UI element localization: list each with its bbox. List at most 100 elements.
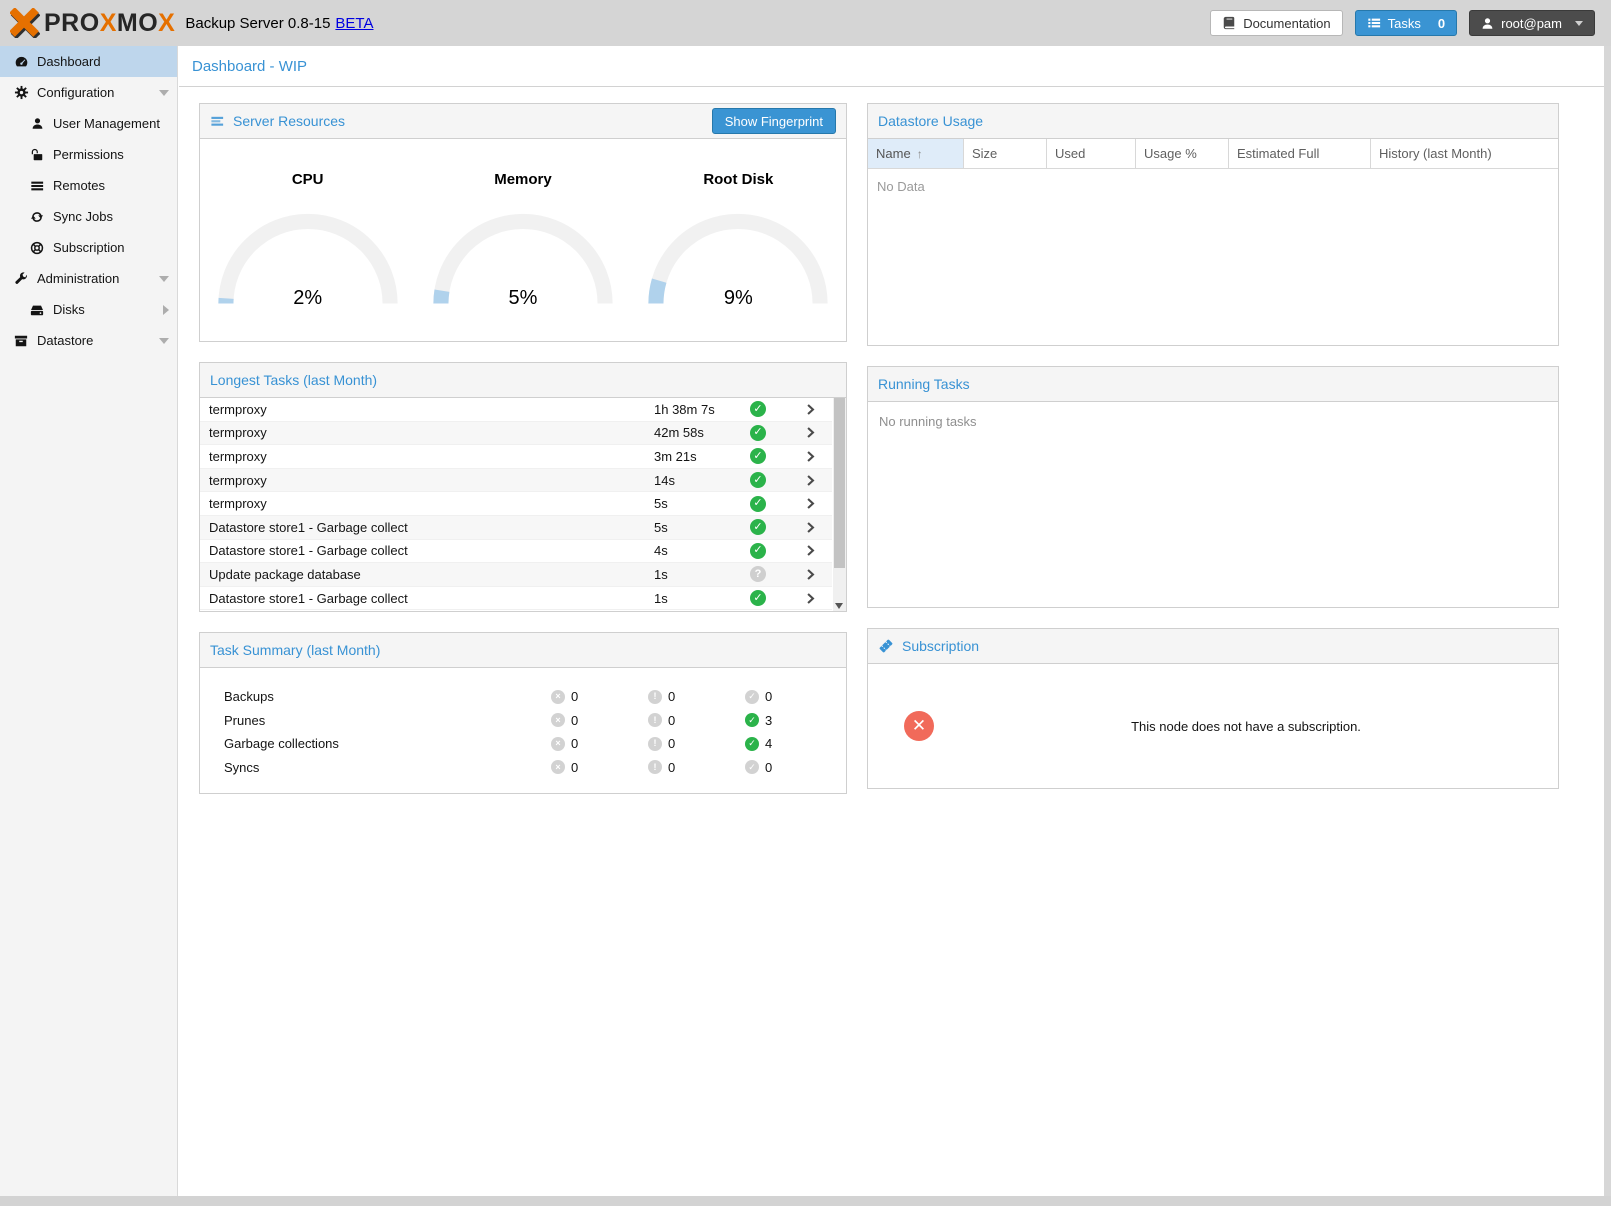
- main-content: Dashboard - WIP Server Resources Show Fi…: [179, 46, 1611, 1196]
- panel-title: Server Resources: [233, 113, 345, 129]
- task-row[interactable]: termproxy 5s ✓: [200, 492, 832, 516]
- sidebar: Dashboard Configuration User Management: [0, 46, 178, 1196]
- root-disk-gauge-value: 9%: [643, 287, 833, 310]
- chevron-right-icon[interactable]: [788, 450, 832, 463]
- task-row[interactable]: termproxy 1h 38m 7s ✓: [200, 398, 832, 422]
- page-title: Dashboard - WIP: [179, 46, 1611, 87]
- beta-link[interactable]: BETA: [335, 15, 373, 32]
- window-scrollbar-vertical[interactable]: [1604, 46, 1611, 1196]
- chevron-right-icon[interactable]: [788, 426, 832, 439]
- task-row[interactable]: Datastore store1 - Garbage collect 5s ✓: [200, 516, 832, 540]
- logo-wordmark: PROXMOX: [44, 11, 175, 36]
- longest-tasks-panel: Longest Tasks (last Month) termproxy 1h …: [199, 362, 847, 612]
- column-header-size[interactable]: Size: [964, 139, 1047, 168]
- task-list-icon: [1367, 16, 1381, 30]
- sidebar-item-user-management[interactable]: User Management: [0, 108, 177, 139]
- sidebar-item-subscription[interactable]: Subscription: [0, 232, 177, 263]
- ok-icon: ✓: [745, 690, 759, 704]
- status-ok-icon: ✓: [750, 448, 766, 464]
- scrollbar-thumb[interactable]: [834, 398, 845, 568]
- chevron-right-icon[interactable]: [788, 497, 832, 510]
- column-header-used[interactable]: Used: [1047, 139, 1136, 168]
- summary-row-prunes: Prunes ×0 !0 ✓3: [224, 709, 846, 733]
- chevron-right-icon[interactable]: [788, 568, 832, 581]
- error-icon: ×: [551, 690, 565, 704]
- memory-gauge-value: 5%: [428, 287, 618, 310]
- cpu-gauge: CPU 2%: [200, 171, 415, 312]
- tasks-count-badge: 0: [1438, 16, 1445, 31]
- unlock-icon: [28, 148, 46, 162]
- window-scrollbar-horizontal[interactable]: [0, 1196, 1611, 1206]
- datastore-usage-panel: Datastore Usage Name ↑ Size Used Usage %…: [867, 103, 1559, 346]
- sidebar-item-dashboard[interactable]: Dashboard: [0, 46, 177, 77]
- life-ring-icon: [28, 241, 46, 255]
- chevron-right-icon[interactable]: [163, 305, 169, 315]
- status-ok-icon: ✓: [750, 401, 766, 417]
- summary-row-backups: Backups ×0 !0 ✓0: [224, 685, 846, 709]
- datastore-table-header: Name ↑ Size Used Usage % Estimated Full …: [868, 139, 1558, 169]
- sidebar-item-remotes[interactable]: Remotes: [0, 170, 177, 201]
- panel-title: Task Summary (last Month): [210, 642, 380, 658]
- column-header-name[interactable]: Name ↑: [868, 139, 964, 168]
- warning-icon: !: [648, 760, 662, 774]
- sidebar-item-administration[interactable]: Administration: [0, 263, 177, 294]
- warning-icon: !: [648, 713, 662, 727]
- status-ok-icon: ✓: [750, 472, 766, 488]
- chevron-right-icon[interactable]: [788, 544, 832, 557]
- running-tasks-panel: Running Tasks No running tasks: [867, 366, 1559, 608]
- task-row[interactable]: Update package database 1s ?: [200, 563, 832, 587]
- scrollbar-down-arrow-icon[interactable]: [835, 603, 843, 609]
- longest-tasks-list: termproxy 1h 38m 7s ✓ termproxy 42m 58s …: [200, 398, 846, 611]
- task-row[interactable]: Datastore store1 - Garbage collect 4s ✓: [200, 540, 832, 564]
- column-header-usage-pct[interactable]: Usage %: [1136, 139, 1229, 168]
- panel-title: Subscription: [902, 638, 979, 654]
- chevron-right-icon[interactable]: [788, 521, 832, 534]
- sidebar-item-datastore[interactable]: Datastore: [0, 325, 177, 356]
- task-row[interactable]: Datastore store1 - Garbage collect 1s ✓: [200, 587, 832, 611]
- task-row[interactable]: termproxy 14s ✓: [200, 469, 832, 493]
- summary-row-garbage-collections: Garbage collections ×0 !0 ✓4: [224, 732, 846, 756]
- chevron-down-icon[interactable]: [159, 276, 169, 282]
- column-header-estimated-full[interactable]: Estimated Full: [1229, 139, 1371, 168]
- ok-icon: ✓: [745, 737, 759, 751]
- warning-icon: !: [648, 690, 662, 704]
- status-ok-icon: ✓: [750, 496, 766, 512]
- ticket-icon: [878, 638, 894, 654]
- sidebar-item-sync-jobs[interactable]: Sync Jobs: [0, 201, 177, 232]
- subscription-message: This node does not have a subscription.: [934, 719, 1558, 734]
- no-data-message: No Data: [868, 169, 1558, 346]
- memory-gauge: Memory 5%: [415, 171, 630, 312]
- error-icon: ×: [551, 760, 565, 774]
- sidebar-item-disks[interactable]: Disks: [0, 294, 177, 325]
- sidebar-item-permissions[interactable]: Permissions: [0, 139, 177, 170]
- panel-title: Running Tasks: [878, 376, 970, 392]
- ok-icon: ✓: [745, 760, 759, 774]
- sidebar-item-configuration[interactable]: Configuration: [0, 77, 177, 108]
- documentation-button[interactable]: Documentation: [1210, 10, 1342, 36]
- status-ok-icon: ✓: [750, 519, 766, 535]
- show-fingerprint-button[interactable]: Show Fingerprint: [712, 108, 836, 134]
- task-row[interactable]: termproxy 42m 58s ✓: [200, 422, 832, 446]
- column-header-history[interactable]: History (last Month): [1371, 139, 1549, 168]
- top-bar: PROXMOX Backup Server 0.8-15 BETA Docume…: [0, 0, 1611, 46]
- chevron-down-icon[interactable]: [159, 90, 169, 96]
- no-running-tasks-message: No running tasks: [868, 402, 1558, 607]
- user-menu-button[interactable]: root@pam: [1469, 10, 1595, 36]
- sort-up-icon: ↑: [917, 147, 923, 161]
- wrench-icon: [12, 272, 30, 286]
- summary-row-syncs: Syncs ×0 !0 ✓0: [224, 756, 846, 780]
- proxmox-x-icon: [10, 8, 40, 38]
- archive-box-icon: [12, 334, 30, 348]
- task-row[interactable]: termproxy 3m 21s ✓: [200, 445, 832, 469]
- tasks-button[interactable]: Tasks 0: [1355, 10, 1457, 36]
- scrollbar[interactable]: [833, 398, 846, 611]
- chevron-right-icon[interactable]: [788, 403, 832, 416]
- chevron-right-icon[interactable]: [788, 592, 832, 605]
- chevron-down-icon: [1575, 21, 1583, 26]
- user-icon: [28, 117, 46, 130]
- chevron-down-icon[interactable]: [159, 338, 169, 344]
- server-list-icon: [28, 179, 46, 193]
- status-ok-icon: ✓: [750, 590, 766, 606]
- error-icon: ×: [551, 713, 565, 727]
- chevron-right-icon[interactable]: [788, 474, 832, 487]
